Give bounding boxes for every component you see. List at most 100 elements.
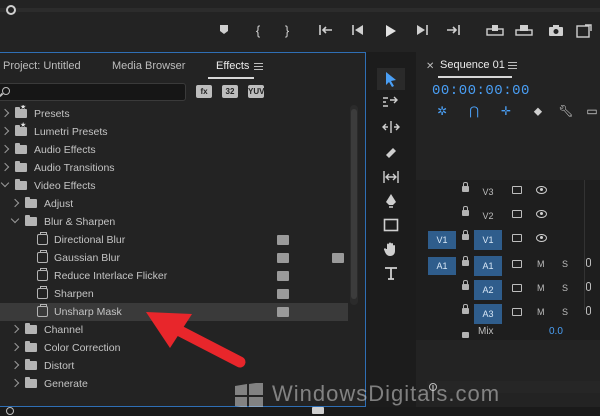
lock-icon[interactable]	[462, 206, 469, 216]
playhead-knob[interactable]	[6, 5, 16, 15]
panel-menu-icon[interactable]	[254, 63, 263, 70]
lock-icon[interactable]	[462, 256, 469, 266]
captions-icon[interactable]: ▭	[584, 104, 600, 118]
tab-effects[interactable]: Effects	[216, 60, 249, 72]
lock-icon[interactable]	[462, 182, 469, 192]
step-forward-icon[interactable]	[412, 22, 432, 40]
folder-item[interactable]: Blur & Sharpen	[0, 213, 348, 231]
chevron-right-icon[interactable]	[0, 144, 10, 154]
eye-icon[interactable]	[536, 210, 547, 218]
linked-selection-icon[interactable]: ✛	[498, 104, 514, 118]
accelerated-effects-filter-icon[interactable]: fx	[196, 85, 212, 98]
track-target-v2[interactable]: V2	[474, 206, 502, 226]
camera-icon[interactable]	[546, 22, 566, 40]
ripple-edit-tool-icon[interactable]	[377, 116, 405, 138]
track-target-v3[interactable]: V3	[474, 182, 502, 202]
scroll-thumb[interactable]	[312, 407, 324, 414]
scroll-knob[interactable]	[6, 407, 14, 415]
folder-item[interactable]: Lumetri Presets	[0, 121, 348, 141]
sync-lock-icon[interactable]	[512, 210, 522, 218]
sync-lock-icon[interactable]	[512, 234, 522, 242]
overwrite-icon[interactable]	[514, 22, 534, 40]
sequence-tab[interactable]: Sequence 01	[440, 59, 505, 71]
mute-button[interactable]: M	[537, 283, 545, 293]
playhead-timecode[interactable]: 00:00:00:00	[432, 83, 530, 99]
razor-tool-icon[interactable]	[377, 142, 405, 164]
chevron-right-icon[interactable]	[10, 198, 20, 208]
track-target-a2[interactable]: A2	[474, 280, 502, 300]
effects-tree-scrollbar[interactable]	[350, 105, 358, 305]
chevron-right-icon[interactable]	[10, 342, 20, 352]
mute-button[interactable]: M	[537, 259, 545, 269]
program-scrub-bar[interactable]	[0, 8, 600, 12]
effect-item[interactable]: Gaussian Blur	[0, 249, 348, 267]
folder-item[interactable]: Audio Effects	[0, 141, 348, 159]
chevron-right-icon[interactable]	[0, 126, 10, 136]
go-to-out-icon[interactable]	[443, 22, 463, 40]
track-target-v1[interactable]: V1	[474, 230, 502, 250]
track-target-a3[interactable]: A3	[474, 304, 502, 324]
add-marker-icon[interactable]: ⬥	[530, 104, 546, 118]
solo-button[interactable]: S	[562, 283, 568, 293]
chevron-right-icon[interactable]	[10, 360, 20, 370]
microphone-icon[interactable]	[586, 306, 591, 315]
mix-volume-value[interactable]: 0.0	[549, 326, 563, 337]
sync-lock-icon[interactable]	[512, 186, 522, 194]
track-target-a1[interactable]: A1	[474, 256, 502, 276]
track-header-divider[interactable]	[584, 180, 585, 310]
step-back-icon[interactable]	[348, 22, 368, 40]
folder-item[interactable]: Presets	[0, 105, 348, 123]
mark-out-icon[interactable]: }	[277, 22, 297, 40]
lock-icon[interactable]	[462, 280, 469, 290]
microphone-icon[interactable]	[586, 258, 591, 267]
lock-icon[interactable]	[462, 230, 469, 240]
rectangle-tool-icon[interactable]	[377, 214, 405, 236]
add-marker-icon[interactable]	[214, 22, 234, 40]
folder-item[interactable]: Video Effects	[0, 177, 348, 195]
chevron-down-icon[interactable]	[10, 214, 20, 224]
microphone-icon[interactable]	[586, 282, 591, 291]
effect-item[interactable]: Directional Blur	[0, 231, 348, 249]
chevron-right-icon[interactable]	[10, 324, 20, 334]
wrench-icon[interactable]: 🔧︎	[558, 104, 574, 118]
eye-icon[interactable]	[536, 234, 547, 242]
solo-button[interactable]: S	[562, 307, 568, 317]
snap-icon[interactable]: ⋂	[466, 104, 482, 118]
sync-lock-icon[interactable]	[512, 260, 522, 268]
folder-item[interactable]: Audio Transitions	[0, 159, 348, 177]
chevron-right-icon[interactable]	[0, 162, 10, 172]
sync-lock-icon[interactable]	[512, 308, 522, 316]
sequence-menu-icon[interactable]	[508, 62, 517, 69]
yuv-filter-icon[interactable]: YUV	[248, 85, 264, 98]
eye-icon[interactable]	[536, 186, 547, 194]
mute-button[interactable]: M	[537, 307, 545, 317]
chevron-down-icon[interactable]	[0, 178, 10, 188]
effect-item[interactable]: Reduce Interlace Flicker	[0, 267, 348, 285]
type-tool-icon[interactable]	[377, 262, 405, 284]
mix-lock-icon[interactable]	[462, 332, 469, 338]
solo-button[interactable]: S	[562, 259, 568, 269]
nest-sequence-icon[interactable]: ✲	[434, 104, 450, 118]
close-icon[interactable]: ✕	[426, 61, 434, 72]
track-select-tool-icon[interactable]	[377, 92, 405, 114]
tab-media-browser[interactable]: Media Browser	[112, 60, 185, 72]
folder-item[interactable]: Adjust	[0, 195, 348, 213]
hand-tool-icon[interactable]	[377, 238, 405, 260]
source-patch-v1[interactable]: V1	[428, 231, 456, 249]
32-bit-filter-icon[interactable]: 32	[222, 85, 238, 98]
sync-lock-icon[interactable]	[512, 284, 522, 292]
lock-icon[interactable]	[462, 304, 469, 314]
pen-tool-icon[interactable]	[377, 190, 405, 212]
button-editor-icon[interactable]	[574, 22, 594, 40]
source-patch-a1[interactable]: A1	[428, 257, 456, 275]
chevron-right-icon[interactable]	[0, 108, 10, 118]
play-icon[interactable]	[380, 22, 400, 40]
slip-tool-icon[interactable]	[377, 166, 405, 188]
mark-in-icon[interactable]: {	[248, 22, 268, 40]
insert-icon[interactable]	[485, 22, 505, 40]
effects-search-input[interactable]	[0, 83, 186, 101]
selection-tool-icon[interactable]	[377, 68, 405, 90]
tab-project[interactable]: Project: Untitled	[3, 60, 81, 72]
go-to-in-icon[interactable]	[316, 22, 336, 40]
chevron-right-icon[interactable]	[10, 378, 20, 388]
